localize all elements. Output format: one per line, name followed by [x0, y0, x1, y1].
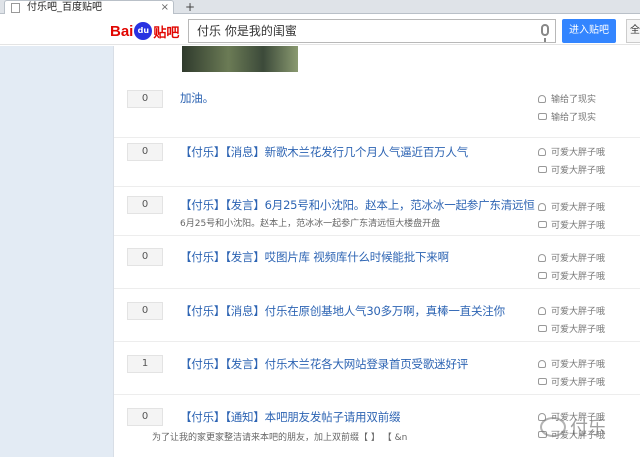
thread-row[interactable]: 0 【付乐】【消息】新歌木兰花发行几个月人气逼近百万人气 可爱大胖子哦 可爱大胖… [114, 139, 640, 187]
author-name: 可爱大胖子哦 [551, 203, 606, 213]
author-name: 可爱大胖子哦 [551, 254, 606, 264]
reply-icon [538, 221, 547, 228]
reply-count-badge: 0 [127, 302, 163, 320]
author-name: 输给了现实 [551, 95, 597, 105]
user-icon [538, 147, 546, 156]
forum-banner-image [182, 46, 298, 72]
thread-row[interactable]: 0 【付乐】【发言】6月25号和小沈阳。赵本上，范冰冰一起参广东清远恒 6月25… [114, 188, 640, 236]
close-icon[interactable]: × [161, 1, 169, 15]
left-background [0, 46, 113, 457]
wechat-watermark: 付乐 [540, 410, 640, 444]
browser-tab-strip: 付乐吧_百度贴吧 × + [0, 0, 640, 14]
user-icon [538, 359, 546, 368]
last-reply-author[interactable]: 可爱大胖子哦 [538, 163, 605, 176]
chat-bubble-icon [540, 417, 566, 437]
thread-title-link[interactable]: 【付乐】【消息】付乐在原创基地人气30多万啊，真棒一直关注你 [180, 303, 505, 319]
thread-row[interactable]: 0 加油。 输给了现实 输给了现实 [114, 80, 640, 138]
paw-icon: du [134, 22, 153, 40]
reply-count-badge: 0 [127, 90, 163, 108]
search-all-button[interactable]: 全吧 [626, 19, 640, 43]
reply-icon [538, 272, 547, 279]
last-reply-author[interactable]: 输给了现实 [538, 110, 596, 123]
last-reply-name: 可爱大胖子哦 [551, 221, 606, 231]
reply-icon [538, 325, 547, 332]
reply-icon [538, 378, 547, 385]
enter-tieba-button[interactable]: 进入贴吧 [562, 19, 616, 43]
reply-count-badge: 0 [127, 408, 163, 426]
last-reply-name: 可爱大胖子哦 [551, 166, 606, 176]
logo-tieba-text: 贴吧 [153, 25, 180, 41]
reply-count-badge: 0 [127, 248, 163, 266]
reply-count-badge: 1 [127, 355, 163, 373]
author-name: 可爱大胖子哦 [551, 307, 606, 317]
microphone-icon[interactable] [541, 24, 549, 42]
thread-title-link[interactable]: 【付乐】【发言】哎图片库 视频库什么时候能批下来啊 [180, 249, 449, 265]
thread-author[interactable]: 可爱大胖子哦 [538, 357, 605, 370]
new-tab-button[interactable]: + [180, 0, 200, 14]
watermark-text: 付乐 [570, 418, 606, 439]
author-name: 可爱大胖子哦 [551, 360, 606, 370]
last-reply-name: 可爱大胖子哦 [551, 378, 606, 388]
last-reply-author[interactable]: 可爱大胖子哦 [538, 269, 605, 282]
thread-title-link[interactable]: 【付乐】【通知】本吧朋友发帖子请用双前缀 [180, 409, 400, 425]
author-name: 可爱大胖子哦 [551, 148, 606, 158]
thread-title-link[interactable]: 【付乐】【消息】新歌木兰花发行几个月人气逼近百万人气 [180, 144, 468, 160]
thread-author[interactable]: 可爱大胖子哦 [538, 251, 605, 264]
thread-author[interactable]: 输给了现实 [538, 92, 596, 105]
search-input-value: 付乐 你是我的闺蜜 [197, 24, 297, 38]
thread-row[interactable]: 0 【付乐】【发言】哎图片库 视频库什么时候能批下来啊 可爱大胖子哦 可爱大胖子… [114, 237, 640, 289]
last-reply-name: 输给了现实 [551, 113, 597, 123]
thread-abstract: 6月25号和小沈阳。赵本上，范冰冰一起参广东清远恒大楼盘开盘 [180, 219, 441, 229]
reply-count-badge: 0 [127, 196, 163, 214]
user-icon [538, 202, 546, 211]
tab-title: 付乐吧_百度贴吧 [27, 2, 102, 13]
reply-icon [538, 113, 547, 120]
thread-author[interactable]: 可爱大胖子哦 [538, 304, 605, 317]
last-reply-name: 可爱大胖子哦 [551, 325, 606, 335]
reply-icon [538, 166, 547, 173]
thread-row[interactable]: 1 【付乐】【发言】付乐木兰花各大网站登录首页受歌迷好评 可爱大胖子哦 可爱大胖… [114, 343, 640, 395]
logo-bai-text: Bai [110, 22, 134, 40]
user-icon [538, 306, 546, 315]
thread-title-link[interactable]: 【付乐】【发言】付乐木兰花各大网站登录首页受歌迷好评 [180, 356, 468, 372]
user-icon [538, 94, 546, 103]
page-favicon-icon [11, 3, 20, 13]
last-reply-author[interactable]: 可爱大胖子哦 [538, 322, 605, 335]
browser-tab[interactable]: 付乐吧_百度贴吧 × [4, 0, 174, 14]
last-reply-author[interactable]: 可爱大胖子哦 [538, 375, 605, 388]
search-input[interactable]: 付乐 你是我的闺蜜 [188, 19, 556, 43]
baidu-tieba-logo[interactable]: Bai du 贴吧 [110, 20, 179, 42]
thread-abstract: 为了让我的家更家整洁请来本吧的朋友，加上双前缀【 】 【 &n [152, 433, 408, 443]
thread-title-link[interactable]: 加油。 [180, 90, 214, 106]
thread-author[interactable]: 可爱大胖子哦 [538, 200, 605, 213]
thread-title-link[interactable]: 【付乐】【发言】6月25号和小沈阳。赵本上，范冰冰一起参广东清远恒 [180, 197, 535, 213]
reply-count-badge: 0 [127, 143, 163, 161]
thread-row[interactable]: 0 【付乐】【消息】付乐在原创基地人气30多万啊，真棒一直关注你 可爱大胖子哦 … [114, 290, 640, 342]
user-icon [538, 253, 546, 262]
tieba-header: Bai du 贴吧 付乐 你是我的闺蜜 进入贴吧 全吧 [0, 15, 640, 45]
thread-author[interactable]: 可爱大胖子哦 [538, 145, 605, 158]
last-reply-author[interactable]: 可爱大胖子哦 [538, 218, 605, 231]
last-reply-name: 可爱大胖子哦 [551, 272, 606, 282]
